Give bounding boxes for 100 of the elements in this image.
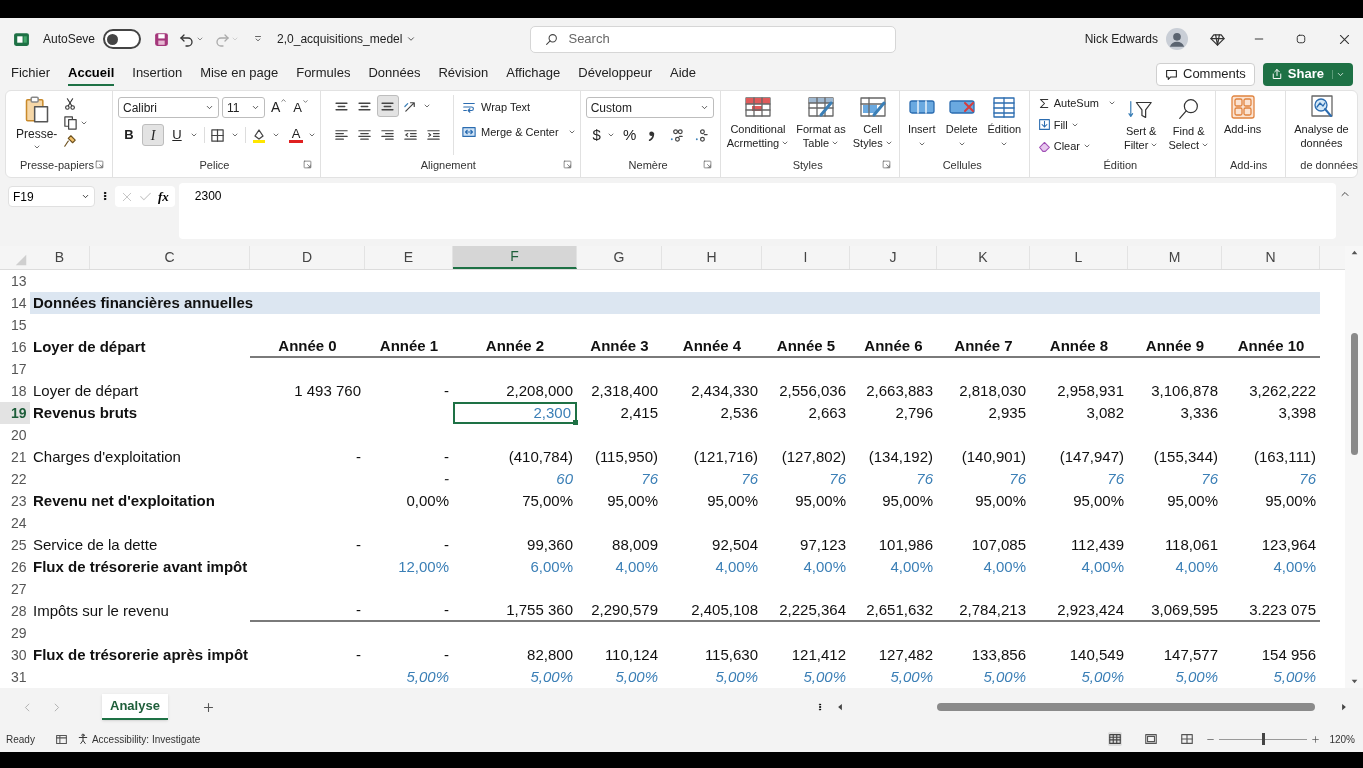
percent-button[interactable]: %: [621, 124, 638, 147]
add-ins-button[interactable]: Add-ins: [1222, 91, 1264, 155]
insert-function-button[interactable]: fx: [158, 186, 169, 207]
merge-center-button[interactable]: Merge & Center: [462, 123, 576, 140]
number-format-dropdown[interactable]: Custom: [585, 97, 714, 118]
row-header[interactable]: 18: [0, 380, 30, 402]
underline-button[interactable]: U: [166, 124, 188, 146]
zoom-slider[interactable]: [1219, 733, 1308, 745]
menu-tab[interactable]: Révision: [438, 62, 489, 86]
find-select-button[interactable]: Find & Select: [1166, 93, 1211, 155]
row-header[interactable]: 16: [0, 336, 30, 358]
save-icon[interactable]: [153, 30, 171, 48]
page-layout-icon[interactable]: [1144, 732, 1159, 746]
vertical-scrollbar-thumb[interactable]: [1350, 333, 1358, 455]
search-field[interactable]: Search: [530, 25, 897, 53]
row-header[interactable]: 19: [0, 402, 30, 424]
menu-tab[interactable]: Aide: [670, 62, 696, 86]
increase-font-size-button[interactable]: A: [271, 97, 288, 118]
copy-icon[interactable]: [63, 115, 79, 130]
font-color-button[interactable]: A: [286, 124, 306, 146]
scroll-up-icon[interactable]: [1349, 248, 1359, 257]
analyze-data-button[interactable]: Analyse de données: [1292, 91, 1351, 155]
row-header[interactable]: 25: [0, 534, 30, 556]
align-bottom-button[interactable]: [377, 95, 399, 117]
paste-button[interactable]: Presse-: [16, 95, 58, 155]
row-header[interactable]: 27: [0, 578, 30, 600]
zoom-in-icon[interactable]: [1311, 734, 1321, 744]
zoom-level[interactable]: 120%: [1329, 731, 1355, 747]
row-header[interactable]: 31: [0, 666, 30, 688]
column-header[interactable]: C: [90, 246, 250, 269]
horizontal-scrollbar-thumb[interactable]: [936, 703, 1315, 711]
add-sheet-icon[interactable]: [201, 700, 215, 714]
row-header[interactable]: 26: [0, 556, 30, 578]
scroll-down-icon[interactable]: [1349, 677, 1359, 686]
customize-toolbar-icon[interactable]: [253, 34, 264, 44]
restore-icon[interactable]: [1295, 33, 1307, 45]
font-name-dropdown[interactable]: Calibri: [118, 97, 219, 118]
column-header[interactable]: H: [662, 246, 762, 269]
row-header[interactable]: 24: [0, 512, 30, 534]
column-header[interactable]: I: [762, 246, 850, 269]
column-header[interactable]: N: [1222, 246, 1320, 269]
share-button[interactable]: Share: [1262, 62, 1353, 86]
menu-tab[interactable]: Fichier: [11, 62, 50, 86]
autosave-toggle[interactable]: [103, 29, 142, 49]
sheet-tab[interactable]: Analyse: [102, 694, 168, 720]
row-header[interactable]: 30: [0, 644, 30, 666]
column-header[interactable]: L: [1030, 246, 1128, 269]
bold-button[interactable]: B: [118, 124, 140, 146]
format-painter-icon[interactable]: [63, 134, 78, 148]
accessibility-button[interactable]: Accessibility: Investigate: [76, 731, 201, 747]
active-cell[interactable]: 2,300: [453, 402, 577, 424]
sort-filter-button[interactable]: Sert & Filter: [1121, 93, 1161, 155]
menu-tab[interactable]: Accueil: [68, 62, 115, 86]
row-header[interactable]: 20: [0, 424, 30, 446]
menu-tab[interactable]: Mise en page: [200, 62, 279, 86]
user-avatar-icon[interactable]: [1166, 28, 1188, 50]
row-header[interactable]: 14: [0, 292, 30, 314]
row-header[interactable]: 23: [0, 490, 30, 512]
column-header[interactable]: M: [1128, 246, 1222, 269]
dialog-launcher-icon[interactable]: [702, 160, 712, 169]
italic-button[interactable]: I: [142, 124, 164, 146]
column-header[interactable]: B: [30, 246, 90, 269]
fill-button[interactable]: Fill: [1037, 116, 1116, 133]
normal-view-icon[interactable]: [1108, 732, 1123, 746]
delete-cells-button[interactable]: Delete: [943, 91, 980, 155]
currency-button[interactable]: $: [589, 124, 604, 147]
macro-recording-icon[interactable]: [54, 732, 68, 746]
column-header[interactable]: J: [850, 246, 937, 269]
font-size-dropdown[interactable]: 11: [222, 97, 265, 118]
close-icon[interactable]: [1338, 32, 1351, 46]
dialog-launcher-icon[interactable]: [881, 160, 891, 169]
page-break-preview-icon[interactable]: [1180, 732, 1195, 746]
autosum-button[interactable]: AuteSum: [1037, 95, 1116, 112]
menu-tab[interactable]: Insertion: [132, 62, 183, 86]
dialog-launcher-icon[interactable]: [303, 160, 312, 169]
column-header[interactable]: D: [250, 246, 365, 269]
conditional-formatting-button[interactable]: Conditional Acrmetting: [724, 91, 792, 155]
menu-tab[interactable]: Affichage: [506, 62, 561, 86]
clear-button[interactable]: Clear: [1037, 138, 1116, 155]
comments-button[interactable]: Comments: [1156, 62, 1255, 86]
column-header[interactable]: F: [453, 246, 577, 269]
file-name-button[interactable]: 2,0_acquisitions_medel: [277, 30, 417, 48]
row-header[interactable]: 22: [0, 468, 30, 490]
dialog-launcher-icon[interactable]: [95, 160, 104, 169]
cell-styles-button[interactable]: Cell Styles: [850, 91, 895, 155]
insert-cells-button[interactable]: Insert: [905, 91, 938, 155]
row-header[interactable]: 15: [0, 314, 30, 336]
format-as-table-button[interactable]: Format as Table: [794, 91, 848, 155]
row-header[interactable]: 17: [0, 358, 30, 380]
row-header[interactable]: 21: [0, 446, 30, 468]
menu-tab[interactable]: Données: [368, 62, 421, 86]
column-header[interactable]: K: [937, 246, 1030, 269]
wrap-text-button[interactable]: Wrap Text: [462, 99, 576, 116]
decrease-font-size-button[interactable]: A: [293, 97, 309, 118]
menu-tab[interactable]: Formules: [296, 62, 351, 86]
dialog-launcher-icon[interactable]: [562, 160, 572, 169]
column-header[interactable]: G: [577, 246, 662, 269]
name-box[interactable]: F19: [8, 186, 95, 207]
zoom-slider-thumb[interactable]: [1261, 733, 1265, 745]
scissors-icon[interactable]: [63, 97, 78, 111]
